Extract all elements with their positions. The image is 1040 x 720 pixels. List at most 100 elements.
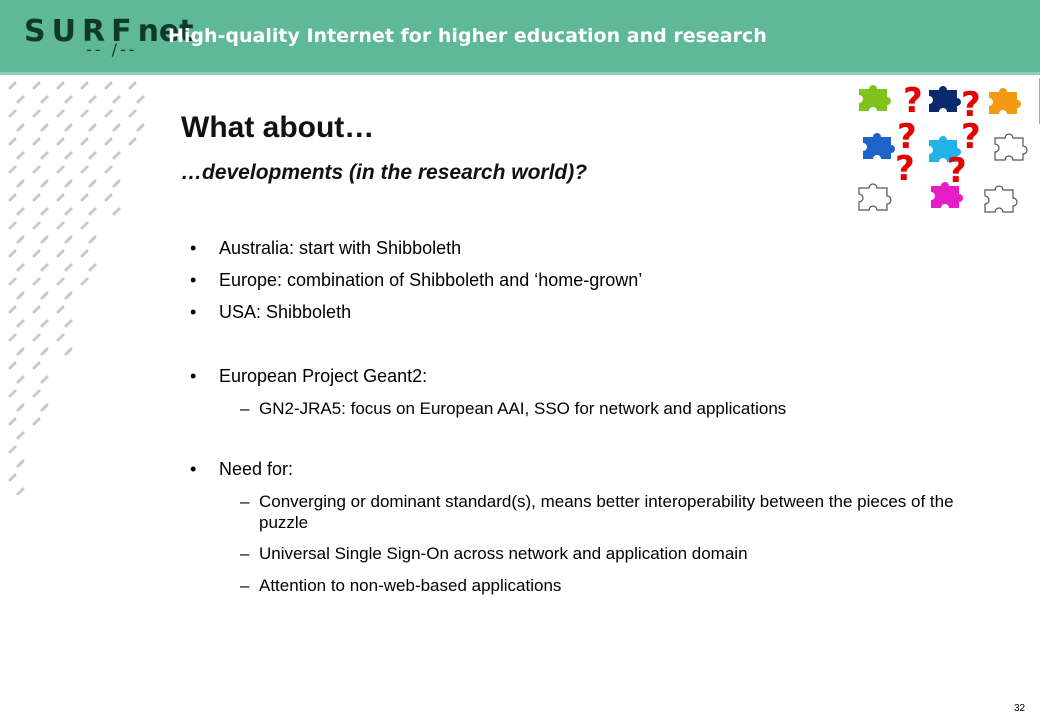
dash-mark <box>88 263 97 272</box>
dash-pattern <box>8 81 145 495</box>
dash-mark <box>56 137 65 146</box>
dash-mark <box>16 123 25 132</box>
dash-mark <box>8 109 17 118</box>
dash-mark <box>8 193 17 202</box>
dash-mark <box>8 137 17 146</box>
dash-mark <box>64 207 73 216</box>
dash-mark <box>88 207 97 216</box>
dash-mark <box>16 95 25 104</box>
question-mark: ? <box>903 81 923 121</box>
dash-mark <box>40 263 49 272</box>
dash-mark <box>40 95 49 104</box>
dash-mark <box>32 193 41 202</box>
puzzle-piece-green-icon <box>859 85 891 111</box>
dash-mark <box>32 361 41 370</box>
dash-mark <box>32 305 41 314</box>
question-mark: ? <box>895 149 915 189</box>
dash-mark <box>32 221 41 230</box>
dash-mark <box>80 221 89 230</box>
dash-mark <box>16 235 25 244</box>
dash-mark <box>16 151 25 160</box>
dash-mark <box>8 221 17 230</box>
dash-mark <box>32 389 41 398</box>
question-mark: ? <box>947 151 967 191</box>
sub-bullet-text: GN2-JRA5: focus on European AAI, SSO for… <box>259 399 787 418</box>
dash-mark <box>8 249 17 258</box>
dash-mark <box>112 179 121 188</box>
dash-mark <box>56 81 65 90</box>
dash-mark <box>40 235 49 244</box>
dash-mark <box>40 291 49 300</box>
dash-mark <box>32 249 41 258</box>
dash-mark <box>56 249 65 258</box>
dash-glyph: – <box>240 492 250 511</box>
dash-mark <box>16 291 25 300</box>
dash-mark <box>56 305 65 314</box>
dash-mark <box>32 81 41 90</box>
dash-mark <box>104 81 113 90</box>
dash-mark <box>40 403 49 412</box>
dash-mark <box>88 235 97 244</box>
dash-glyph: – <box>240 544 250 563</box>
puzzle-piece-outline-icon <box>858 183 892 211</box>
dash-mark <box>8 361 17 370</box>
dash-mark <box>112 207 121 216</box>
dash-mark <box>16 347 25 356</box>
dash-mark <box>64 179 73 188</box>
logo-mark: -- /-- <box>86 40 138 59</box>
dash-mark <box>56 277 65 286</box>
dash-mark <box>128 137 137 146</box>
bullet-glyph: • <box>190 366 197 386</box>
dash-mark <box>64 291 73 300</box>
dash-mark <box>8 333 17 342</box>
dash-mark <box>104 193 113 202</box>
dash-mark <box>112 151 121 160</box>
dash-mark <box>8 445 17 454</box>
dash-mark <box>16 375 25 384</box>
slide-subtitle: …developments (in the research world)? <box>181 161 588 184</box>
dash-mark <box>136 123 145 132</box>
dash-mark <box>32 417 41 426</box>
dash-mark <box>136 95 145 104</box>
dash-mark <box>104 165 113 174</box>
puzzle-piece-orange-icon <box>989 88 1021 114</box>
dash-mark <box>40 207 49 216</box>
dash-mark <box>32 137 41 146</box>
dash-mark <box>16 431 25 440</box>
slide-title: What about… <box>181 111 375 144</box>
dash-mark <box>8 305 17 314</box>
dash-mark <box>56 221 65 230</box>
sub-bullet-text: Converging or dominant standard(s), mean… <box>259 492 954 532</box>
dash-mark <box>80 137 89 146</box>
bullet-text: USA: Shibboleth <box>219 302 352 322</box>
dash-mark <box>56 333 65 342</box>
bullet-text: Australia: start with Shibboleth <box>219 238 462 258</box>
bullet-text: Europe: combination of Shibboleth and ‘h… <box>219 270 643 290</box>
puzzle-piece-blue-icon <box>863 133 895 159</box>
dash-mark <box>80 81 89 90</box>
dash-mark <box>112 123 121 132</box>
dash-mark <box>16 459 25 468</box>
dash-mark <box>16 179 25 188</box>
dash-mark <box>16 207 25 216</box>
bullet-text: Need for: <box>219 459 294 479</box>
bullet-glyph: • <box>190 238 197 258</box>
dash-mark <box>8 417 17 426</box>
dash-glyph: – <box>240 576 250 595</box>
dash-mark <box>8 389 17 398</box>
dash-mark <box>40 319 49 328</box>
dash-mark <box>40 179 49 188</box>
dash-mark <box>56 165 65 174</box>
puzzle-piece-outline-icon <box>984 185 1018 213</box>
dash-mark <box>80 277 89 286</box>
dash-mark <box>16 403 25 412</box>
dash-mark <box>32 109 41 118</box>
dash-mark <box>16 319 25 328</box>
dash-mark <box>16 263 25 272</box>
dash-mark <box>56 193 65 202</box>
dash-mark <box>104 137 113 146</box>
dash-mark <box>8 277 17 286</box>
sub-bullet-text: Universal Single Sign-On across network … <box>259 544 748 563</box>
dash-mark <box>40 375 49 384</box>
dash-mark <box>16 487 25 495</box>
